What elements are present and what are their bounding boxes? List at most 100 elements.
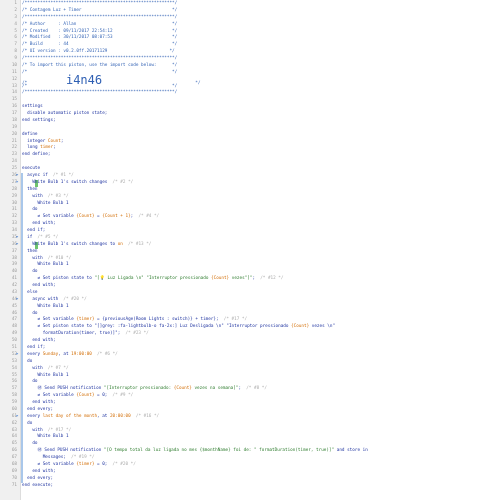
code-text[interactable]: if /* #5 */	[22, 235, 58, 242]
code-line: 61 ▸ every last day of the month, at 20:0…	[0, 413, 477, 421]
code-text[interactable]: end every;	[22, 476, 53, 483]
code-line: 24	[0, 159, 477, 166]
code-line: 70 end every;	[0, 475, 477, 483]
fold-toggle-icon[interactable]: ▸	[16, 352, 19, 359]
code-text[interactable]: /***************************************…	[22, 1, 177, 8]
code-line: 30 White Bulb 1	[0, 200, 477, 208]
line-number: 53	[11, 358, 17, 364]
line-number: 58	[11, 393, 17, 399]
code-text[interactable]: end if;	[22, 345, 45, 352]
fold-toggle-icon[interactable]: ▸	[16, 180, 19, 187]
code-text[interactable]: /* UI version : v0.2.0ff.20171129 */	[22, 49, 175, 56]
code-text[interactable]: every Sunday, at 19:00:00 /* #6 */	[22, 352, 118, 359]
fold-toggle-icon[interactable]: ▸	[16, 297, 19, 304]
code-line: 8 /* UI version : v0.2.0ff.20171129 */	[0, 49, 477, 56]
code-text[interactable]: then	[22, 249, 37, 256]
code-text[interactable]: end with;	[22, 469, 55, 476]
code-line: 67 Messages; /* #19 */	[0, 455, 477, 462]
line-number: 17	[11, 111, 17, 117]
fold-toggle-icon[interactable]: ▸	[16, 414, 19, 421]
code-line: 33 end with;	[0, 221, 477, 229]
code-text[interactable]: end every;	[22, 407, 53, 414]
code-text[interactable]: end with;	[22, 338, 55, 345]
code-text[interactable]: async with /* #20 */	[22, 297, 86, 304]
line-number: 8	[14, 49, 17, 55]
line-number: 12	[11, 76, 17, 82]
code-text[interactable]: /* Author : Allan */	[22, 22, 177, 29]
code-text[interactable]: Messages; /* #19 */	[22, 455, 95, 462]
code-line: 19	[0, 125, 477, 132]
code-text[interactable]: /***************************************…	[22, 90, 177, 97]
code-text[interactable]: White Bulb 1's switch changes to on /* #…	[22, 242, 151, 249]
code-line: 4 /* Author : Allan */	[0, 22, 477, 29]
code-line: 12/* i4n46 */	[0, 74, 477, 86]
code-text[interactable]: ⇄ Set variable {Count} = 0; /* #9 */	[22, 393, 134, 400]
code-text[interactable]: ⇄ Set piston state to "[💡 Luz Ligada \n"…	[22, 276, 284, 283]
line-number: 51	[11, 345, 17, 350]
code-line: 29 with /* #3 */	[0, 193, 477, 201]
code-text[interactable]: ⇄ Set variable {timer} = 0; /* #20 */	[22, 462, 136, 469]
fold-toggle-icon[interactable]: ▸	[16, 235, 19, 242]
fold-toggle-icon[interactable]: ▸	[16, 242, 19, 249]
code-line: 64 White Bulb 1	[0, 434, 477, 442]
code-line: 14/*************************************…	[0, 90, 477, 97]
line-number: 20	[11, 131, 17, 137]
fold-toggle-icon[interactable]: ▸	[16, 173, 19, 180]
code-text[interactable]: do	[22, 359, 32, 366]
code-line: 51 end if;	[0, 345, 477, 352]
line-number: 71	[11, 482, 17, 488]
code-text[interactable]: then	[22, 187, 37, 194]
code-text[interactable]: disable automatic piston state;	[22, 111, 107, 118]
piston-code-editor: 1 /**************************************…	[0, 0, 477, 500]
code-line: 44 ▸ async with /* #20 */	[0, 296, 477, 304]
code-line: 54 with /* #7 */	[0, 365, 477, 373]
code-text[interactable]: every last day of the month, at 20:00:00…	[22, 414, 159, 421]
code-text[interactable]: /* Contagem Luz + Timer */	[22, 8, 177, 15]
line-number: 43	[11, 289, 17, 295]
code-text[interactable]: else	[22, 290, 37, 297]
code-text[interactable]: end if;	[22, 228, 45, 235]
code-line: 22 long timer;	[0, 145, 477, 152]
code-text[interactable]: White Bulb 1's switch changes /* #2 */	[22, 180, 133, 187]
code-line: 20 define	[0, 132, 477, 139]
line-number: 3	[14, 14, 17, 20]
code-line: 45 White Bulb 1	[0, 303, 477, 311]
code-line: 52 ▸ every Sunday, at 19:00:00 /* #6 */	[0, 351, 477, 359]
code-text[interactable]: end execute;	[22, 483, 53, 490]
code-text[interactable]: async if /* #1 */	[22, 173, 74, 180]
code-line: 27 ▸ White Bulb 1's switch changes /* #2 …	[0, 179, 477, 187]
code-line: 71 end execute;	[0, 483, 477, 490]
code-line: 68 ⇄ Set variable {timer} = 0; /* #20 */	[0, 461, 477, 469]
line-number: 35	[11, 234, 17, 240]
code-text[interactable]: White Bulb 1	[22, 304, 69, 311]
code-text[interactable]: /***************************************…	[22, 15, 177, 22]
line-number: 37	[11, 248, 17, 254]
line-number: 34	[11, 228, 17, 234]
line-number: 25	[11, 166, 17, 172]
code-text[interactable]: end with;	[22, 221, 55, 228]
code-text[interactable]: with /* #7 */	[22, 366, 68, 373]
line-number: 59	[11, 400, 17, 406]
line-number: 61	[11, 413, 17, 419]
code-line: 28 then	[0, 186, 477, 194]
code-line: 63 with /* #17 */	[0, 427, 477, 435]
line-number: 4	[14, 21, 17, 27]
code-text[interactable]: /* To import this piston, use the import…	[22, 63, 177, 70]
code-line: 49 formatDuration(timer, true)]"; /* #23…	[0, 331, 477, 339]
code-text[interactable]: end define;	[22, 152, 50, 159]
code-text[interactable]: /***************************************…	[22, 56, 177, 63]
code-text[interactable]: with /* #3 */	[22, 194, 68, 201]
code-line: 43 else	[0, 289, 477, 297]
code-line: 53 do	[0, 358, 477, 366]
code-line: 39 White Bulb 1	[0, 262, 477, 270]
code-text[interactable]: end settings;	[22, 118, 56, 125]
code-line: 18 end settings;	[0, 118, 477, 125]
code-text[interactable]: execute	[22, 166, 40, 173]
code-text[interactable]: do	[22, 421, 32, 428]
code-text[interactable]: end with;	[22, 400, 55, 407]
code-line: 26 ▸ async if /* #1 */	[0, 173, 477, 180]
code-text[interactable]: define	[22, 132, 38, 139]
line-number: 69	[11, 468, 17, 474]
line-number: 1	[14, 1, 17, 6]
code-text[interactable]: end with;	[22, 283, 55, 290]
